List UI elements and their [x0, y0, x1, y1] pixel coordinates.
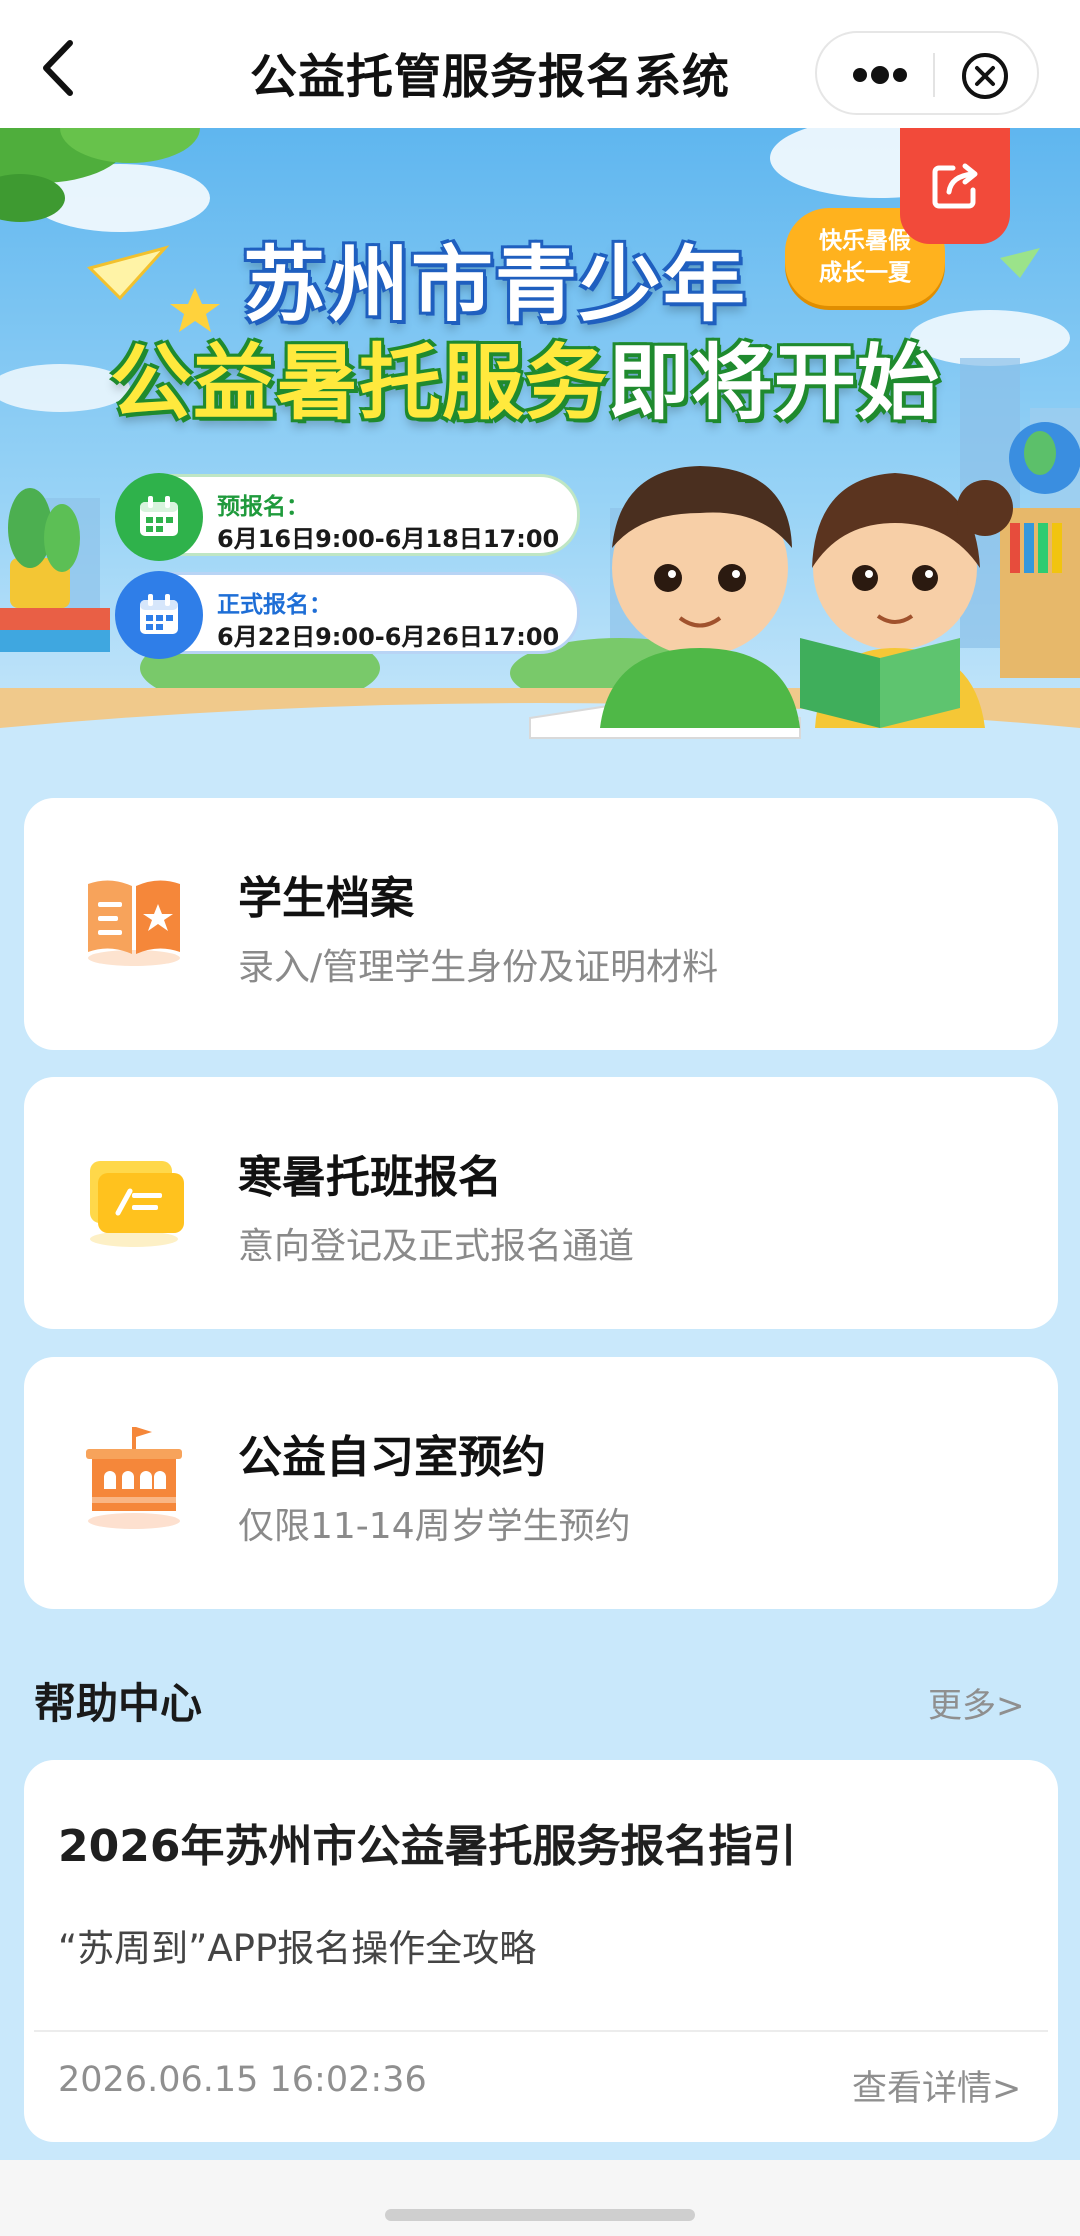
article-subtitle: “苏周到”APP报名操作全攻略	[58, 1927, 537, 1970]
study-room-icon	[74, 1417, 194, 1537]
top-navbar: 公益托管服务报名系统	[0, 0, 1080, 128]
capsule-divider	[933, 53, 935, 97]
share-button[interactable]	[900, 128, 1010, 244]
promo-banner[interactable]: 苏州市青少年 公益暑托服务即将开始 快乐暑假 成长一夏 预报名： 6月16日9:…	[0, 128, 1080, 768]
card-title: 公益自习室预约	[238, 1432, 546, 1483]
pre-registration-date: 6月16日9:00-6月18日17:00	[217, 525, 560, 553]
card-subtitle: 意向登记及正式报名通道	[238, 1226, 635, 1267]
card-subtitle: 录入/管理学生身份及证明材料	[238, 947, 719, 988]
card-title: 寒暑托班报名	[238, 1152, 502, 1203]
home-indicator[interactable]	[385, 2209, 695, 2221]
card-title: 学生档案	[238, 873, 414, 924]
chevron-left-icon	[43, 40, 73, 96]
more-dots-icon	[853, 66, 907, 84]
article-title: 2026年苏州市公益暑托服务报名指引	[58, 1821, 797, 1872]
study-room-card[interactable]: 公益自习室预约 仅限11-14周岁学生预约	[24, 1357, 1058, 1609]
page-title: 公益托管服务报名系统	[250, 50, 730, 105]
more-button[interactable]	[851, 61, 909, 89]
registration-card[interactable]: 寒暑托班报名 意向登记及正式报名通道	[24, 1077, 1058, 1329]
close-button[interactable]	[960, 51, 1010, 101]
mini-program-capsule	[815, 31, 1039, 115]
pre-registration-pill: 预报名： 6月16日9:00-6月18日17:00	[115, 473, 580, 561]
help-center-more-link[interactable]: 更多>	[928, 1678, 1025, 1727]
banner-headline-service-part1: 公益暑托服务	[109, 336, 608, 431]
student-file-card[interactable]: 学生档案 录入/管理学生身份及证明材料	[24, 798, 1058, 1050]
formal-registration-pill: 正式报名： 6月22日9:00-6月26日17:00	[115, 571, 580, 659]
banner-headline-service: 公益暑托服务即将开始	[75, 316, 975, 435]
back-button[interactable]	[30, 36, 86, 100]
bottom-safe-area	[0, 2160, 1080, 2236]
formal-registration-label: 正式报名：	[217, 592, 332, 618]
registration-form-icon	[74, 1137, 194, 1257]
student-file-icon	[74, 858, 194, 978]
slogan-line-2: 成长一夏	[819, 260, 911, 286]
formal-registration-date: 6月22日9:00-6月26日17:00	[217, 623, 560, 651]
close-circle-icon	[962, 53, 1008, 99]
help-article-card[interactable]: 2026年苏州市公益暑托服务报名指引 “苏周到”APP报名操作全攻略 2026.…	[24, 1760, 1058, 2142]
share-icon	[932, 163, 978, 209]
article-timestamp: 2026.06.15 16:02:36	[58, 2060, 427, 2100]
pre-registration-label: 预报名：	[217, 494, 309, 520]
calendar-icon	[115, 473, 203, 561]
banner-headline-service-part2: 即将开始	[608, 336, 941, 431]
article-detail-link[interactable]: 查看详情>	[852, 2060, 1021, 2111]
help-center-title: 帮助中心	[34, 1679, 203, 1728]
card-subtitle: 仅限11-14周岁学生预约	[238, 1506, 631, 1547]
calendar-icon	[115, 571, 203, 659]
article-divider	[34, 2030, 1048, 2032]
